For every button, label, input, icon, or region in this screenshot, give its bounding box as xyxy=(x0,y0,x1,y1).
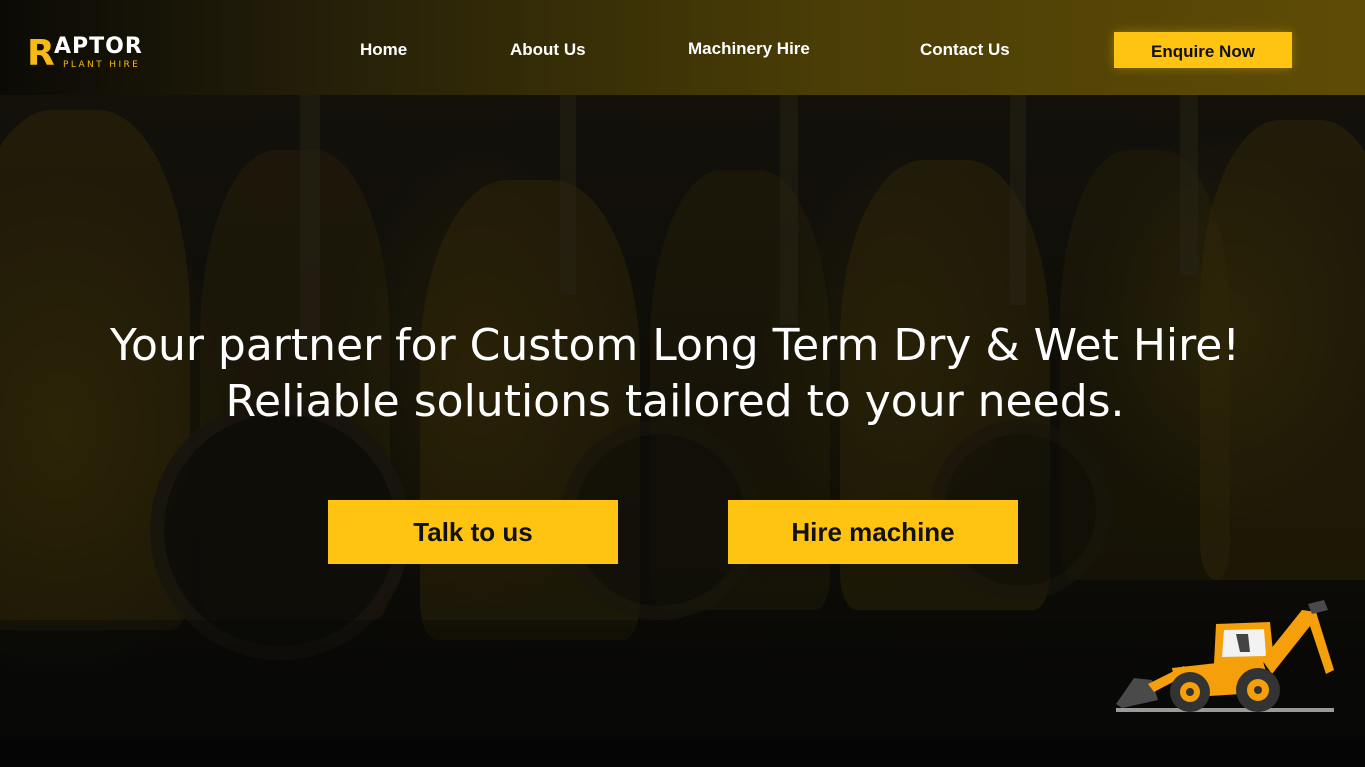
logo-wordmark: APTOR xyxy=(54,34,143,59)
logo-mark: R xyxy=(27,33,55,74)
logo[interactable]: R APTOR PLANT HIRE xyxy=(27,36,167,72)
rear-wheel-center xyxy=(1254,686,1262,694)
hero-headline: Your partner for Custom Long Term Dry & … xyxy=(0,318,1350,430)
hero-headline-line2: Reliable solutions tailored to your need… xyxy=(225,376,1125,427)
nav-contact-us[interactable]: Contact Us xyxy=(920,40,1010,60)
talk-to-us-button[interactable]: Talk to us xyxy=(328,500,618,564)
navbar: R APTOR PLANT HIRE Home About Us Machine… xyxy=(0,0,1365,95)
nav-about-us[interactable]: About Us xyxy=(510,40,586,60)
hire-machine-button[interactable]: Hire machine xyxy=(728,500,1018,564)
ground-line xyxy=(1116,708,1334,712)
rear-boom xyxy=(1262,610,1334,674)
bottom-bar xyxy=(0,737,1365,767)
front-wheel-center xyxy=(1186,688,1194,696)
backhoe-loader-icon xyxy=(1116,600,1334,712)
page: R APTOR PLANT HIRE Home About Us Machine… xyxy=(0,0,1365,767)
hero-headline-line1: Your partner for Custom Long Term Dry & … xyxy=(110,320,1240,371)
enquire-now-button[interactable]: Enquire Now xyxy=(1114,32,1292,68)
nav-machinery-hire[interactable]: Machinery Hire xyxy=(688,39,810,59)
logo-tagline: PLANT HIRE xyxy=(63,60,141,70)
nav-home[interactable]: Home xyxy=(360,40,407,60)
